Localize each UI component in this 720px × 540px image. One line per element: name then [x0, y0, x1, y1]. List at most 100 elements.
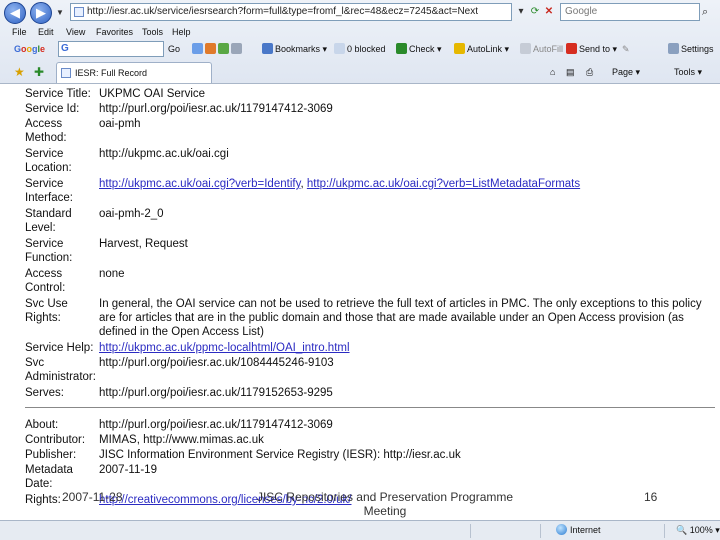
meta-label-metadata-date: Metadata Date:	[25, 464, 73, 490]
meta-label-contributor: Contributor:	[25, 434, 86, 446]
menu-file[interactable]: File	[12, 26, 27, 39]
menu-edit[interactable]: Edit	[38, 26, 54, 39]
field-label-svc-administrator: Svc Administrator:	[25, 357, 96, 383]
home-icon[interactable]: ⌂	[550, 65, 555, 79]
send-to-button[interactable]: Send to ▾	[566, 41, 617, 57]
gadget-icon	[205, 43, 216, 54]
popup-blocker-button[interactable]: 0 blocked	[334, 41, 386, 57]
globe-icon	[556, 524, 567, 535]
google-toolbar: Google G Go Bookmarks ▾ 0 blocked Check …	[0, 39, 720, 59]
address-dropdown-icon[interactable]: ▾	[514, 4, 528, 20]
field-label-service-title: Service Title:	[25, 88, 91, 100]
check-icon	[396, 43, 407, 54]
page-content: Service Title: UKPMC OAI Service Service…	[0, 85, 720, 520]
autofill-label: AutoFill	[533, 44, 564, 54]
tools-label: Tools	[674, 67, 696, 77]
menu-help[interactable]: Help	[172, 26, 191, 39]
field-label-serves: Serves:	[25, 387, 64, 399]
address-bar[interactable]: http://iesr.ac.uk/service/iesrsearch?for…	[70, 3, 512, 21]
meta-value-publisher: JISC Information Environment Service Reg…	[99, 449, 461, 461]
recent-pages-dropdown-icon[interactable]: ▼	[56, 8, 64, 17]
menu-favorites[interactable]: Favorites	[96, 26, 133, 39]
google-logo: Google	[14, 44, 46, 54]
tab-title: IESR: Full Record	[75, 68, 148, 78]
field-value-access-control: none	[99, 268, 125, 280]
settings-button[interactable]: Settings	[668, 41, 714, 57]
meta-label-publisher: Publisher:	[25, 449, 77, 461]
bookmarks-button[interactable]: Bookmarks ▾	[262, 41, 327, 57]
autolink-button[interactable]: AutoLink ▾	[454, 41, 509, 57]
field-value-svc-use-rights: In general, the OAI service can not be u…	[99, 298, 702, 338]
section-divider	[25, 407, 715, 408]
add-favorites-icon[interactable]: ✚	[34, 64, 44, 80]
field-value-service-help: http://ukpmc.ac.uk/ppmc-localhtml/OAI_in…	[99, 341, 711, 355]
slide-page-number: 16	[644, 490, 658, 504]
pen-icon[interactable]: ✎	[622, 41, 630, 57]
zoom-level: 100%	[689, 525, 713, 535]
spellcheck-button[interactable]: Check ▾	[396, 41, 442, 57]
meta-label-about: About:	[25, 419, 59, 431]
refresh-icon[interactable]: ⟳	[528, 4, 542, 20]
service-help-link[interactable]: http://ukpmc.ac.uk/ppmc-localhtml/OAI_in…	[99, 342, 350, 354]
browser-chrome: ◀ ▶ ▼ http://iesr.ac.uk/service/iesrsear…	[0, 0, 720, 84]
news-icon	[192, 43, 203, 54]
back-button[interactable]: ◀	[4, 2, 26, 24]
tab-iesr-full-record[interactable]: IESR: Full Record	[56, 62, 212, 83]
security-zone[interactable]: Internet	[556, 523, 601, 537]
blocked-label: 0 blocked	[347, 44, 386, 54]
field-value-service-location: http://ukpmc.ac.uk/oai.cgi	[99, 148, 229, 160]
field-label-service-interface: Service Interface:	[25, 178, 73, 204]
address-text: http://iesr.ac.uk/service/iesrsearch?for…	[87, 6, 479, 17]
popup-blocker-icon	[334, 43, 345, 54]
tab-bar: ★ ✚ IESR: Full Record ⌂ ▤ ⎙ Page ▾ Tools…	[0, 61, 720, 83]
field-value-service-function: Harvest, Request	[99, 238, 188, 250]
google-go-button[interactable]: Go	[168, 41, 180, 57]
toolbar-icons[interactable]	[192, 41, 244, 57]
field-value-access-method: oai-pmh	[99, 118, 141, 130]
apps-icon	[218, 43, 229, 54]
favorites-star-icon[interactable]: ★	[14, 64, 25, 80]
field-value-service-id: http://purl.org/poi/iesr.ac.uk/117914741…	[99, 103, 333, 115]
stop-icon[interactable]: ✕	[542, 4, 556, 20]
tools-menu-button[interactable]: Tools ▾	[674, 65, 702, 79]
slide-footer-date: 2007-11-28	[62, 490, 123, 504]
field-value-serves: http://purl.org/poi/iesr.ac.uk/117915265…	[99, 387, 333, 399]
slide-footer-title: JISC Repositories and Preservation Progr…	[256, 490, 514, 518]
google-search-input[interactable]: G	[58, 41, 164, 57]
menu-bar: File Edit View Favorites Tools Help	[0, 26, 720, 39]
zoom-control[interactable]: 🔍 100% ▾	[676, 523, 720, 537]
field-value-standard-level: oai-pmh-2_0	[99, 208, 164, 220]
more-icon	[231, 43, 242, 54]
status-bar: Internet 🔍 100% ▾	[0, 520, 720, 540]
interface-identify-link[interactable]: http://ukpmc.ac.uk/oai.cgi?verb=Identify	[99, 178, 300, 190]
field-value-svc-administrator: http://purl.org/poi/iesr.ac.uk/108444524…	[99, 357, 334, 369]
field-label-access-control: Access Control:	[25, 268, 66, 294]
search-icon[interactable]: ⌕	[702, 4, 716, 20]
menu-view[interactable]: View	[66, 26, 85, 39]
field-label-access-method: Access Method:	[25, 118, 67, 144]
search-input[interactable]: Google	[560, 3, 700, 21]
menu-tools[interactable]: Tools	[142, 26, 163, 39]
field-label-svc-use-rights: Svc Use Rights:	[25, 298, 68, 324]
send-to-label: Send to	[579, 44, 611, 54]
field-label-service-help: Service Help:	[25, 342, 94, 354]
status-divider	[540, 524, 541, 538]
autolink-icon	[454, 43, 465, 54]
autofill-icon	[520, 43, 531, 54]
google-g-icon: G	[61, 43, 69, 54]
interface-list-metadata-formats-link[interactable]: http://ukpmc.ac.uk/oai.cgi?verb=ListMeta…	[307, 178, 580, 190]
status-divider	[664, 524, 665, 538]
autofill-button[interactable]: AutoFill	[520, 41, 563, 57]
meta-value-about: http://purl.org/poi/iesr.ac.uk/117914741…	[99, 419, 333, 431]
field-label-service-function: Service Function:	[25, 238, 73, 264]
page-icon	[74, 7, 84, 17]
forward-button[interactable]: ▶	[30, 2, 52, 24]
field-label-service-id: Service Id:	[25, 103, 80, 115]
meta-value-metadata-date: 2007-11-19	[99, 464, 157, 476]
page-menu-button[interactable]: Page ▾	[612, 65, 640, 79]
print-icon[interactable]: ⎙	[586, 65, 593, 79]
settings-label: Settings	[681, 44, 714, 54]
feeds-icon[interactable]: ▤	[566, 65, 575, 79]
bookmark-icon	[262, 43, 273, 54]
field-value-service-interface: http://ukpmc.ac.uk/oai.cgi?verb=Identify…	[99, 177, 711, 191]
